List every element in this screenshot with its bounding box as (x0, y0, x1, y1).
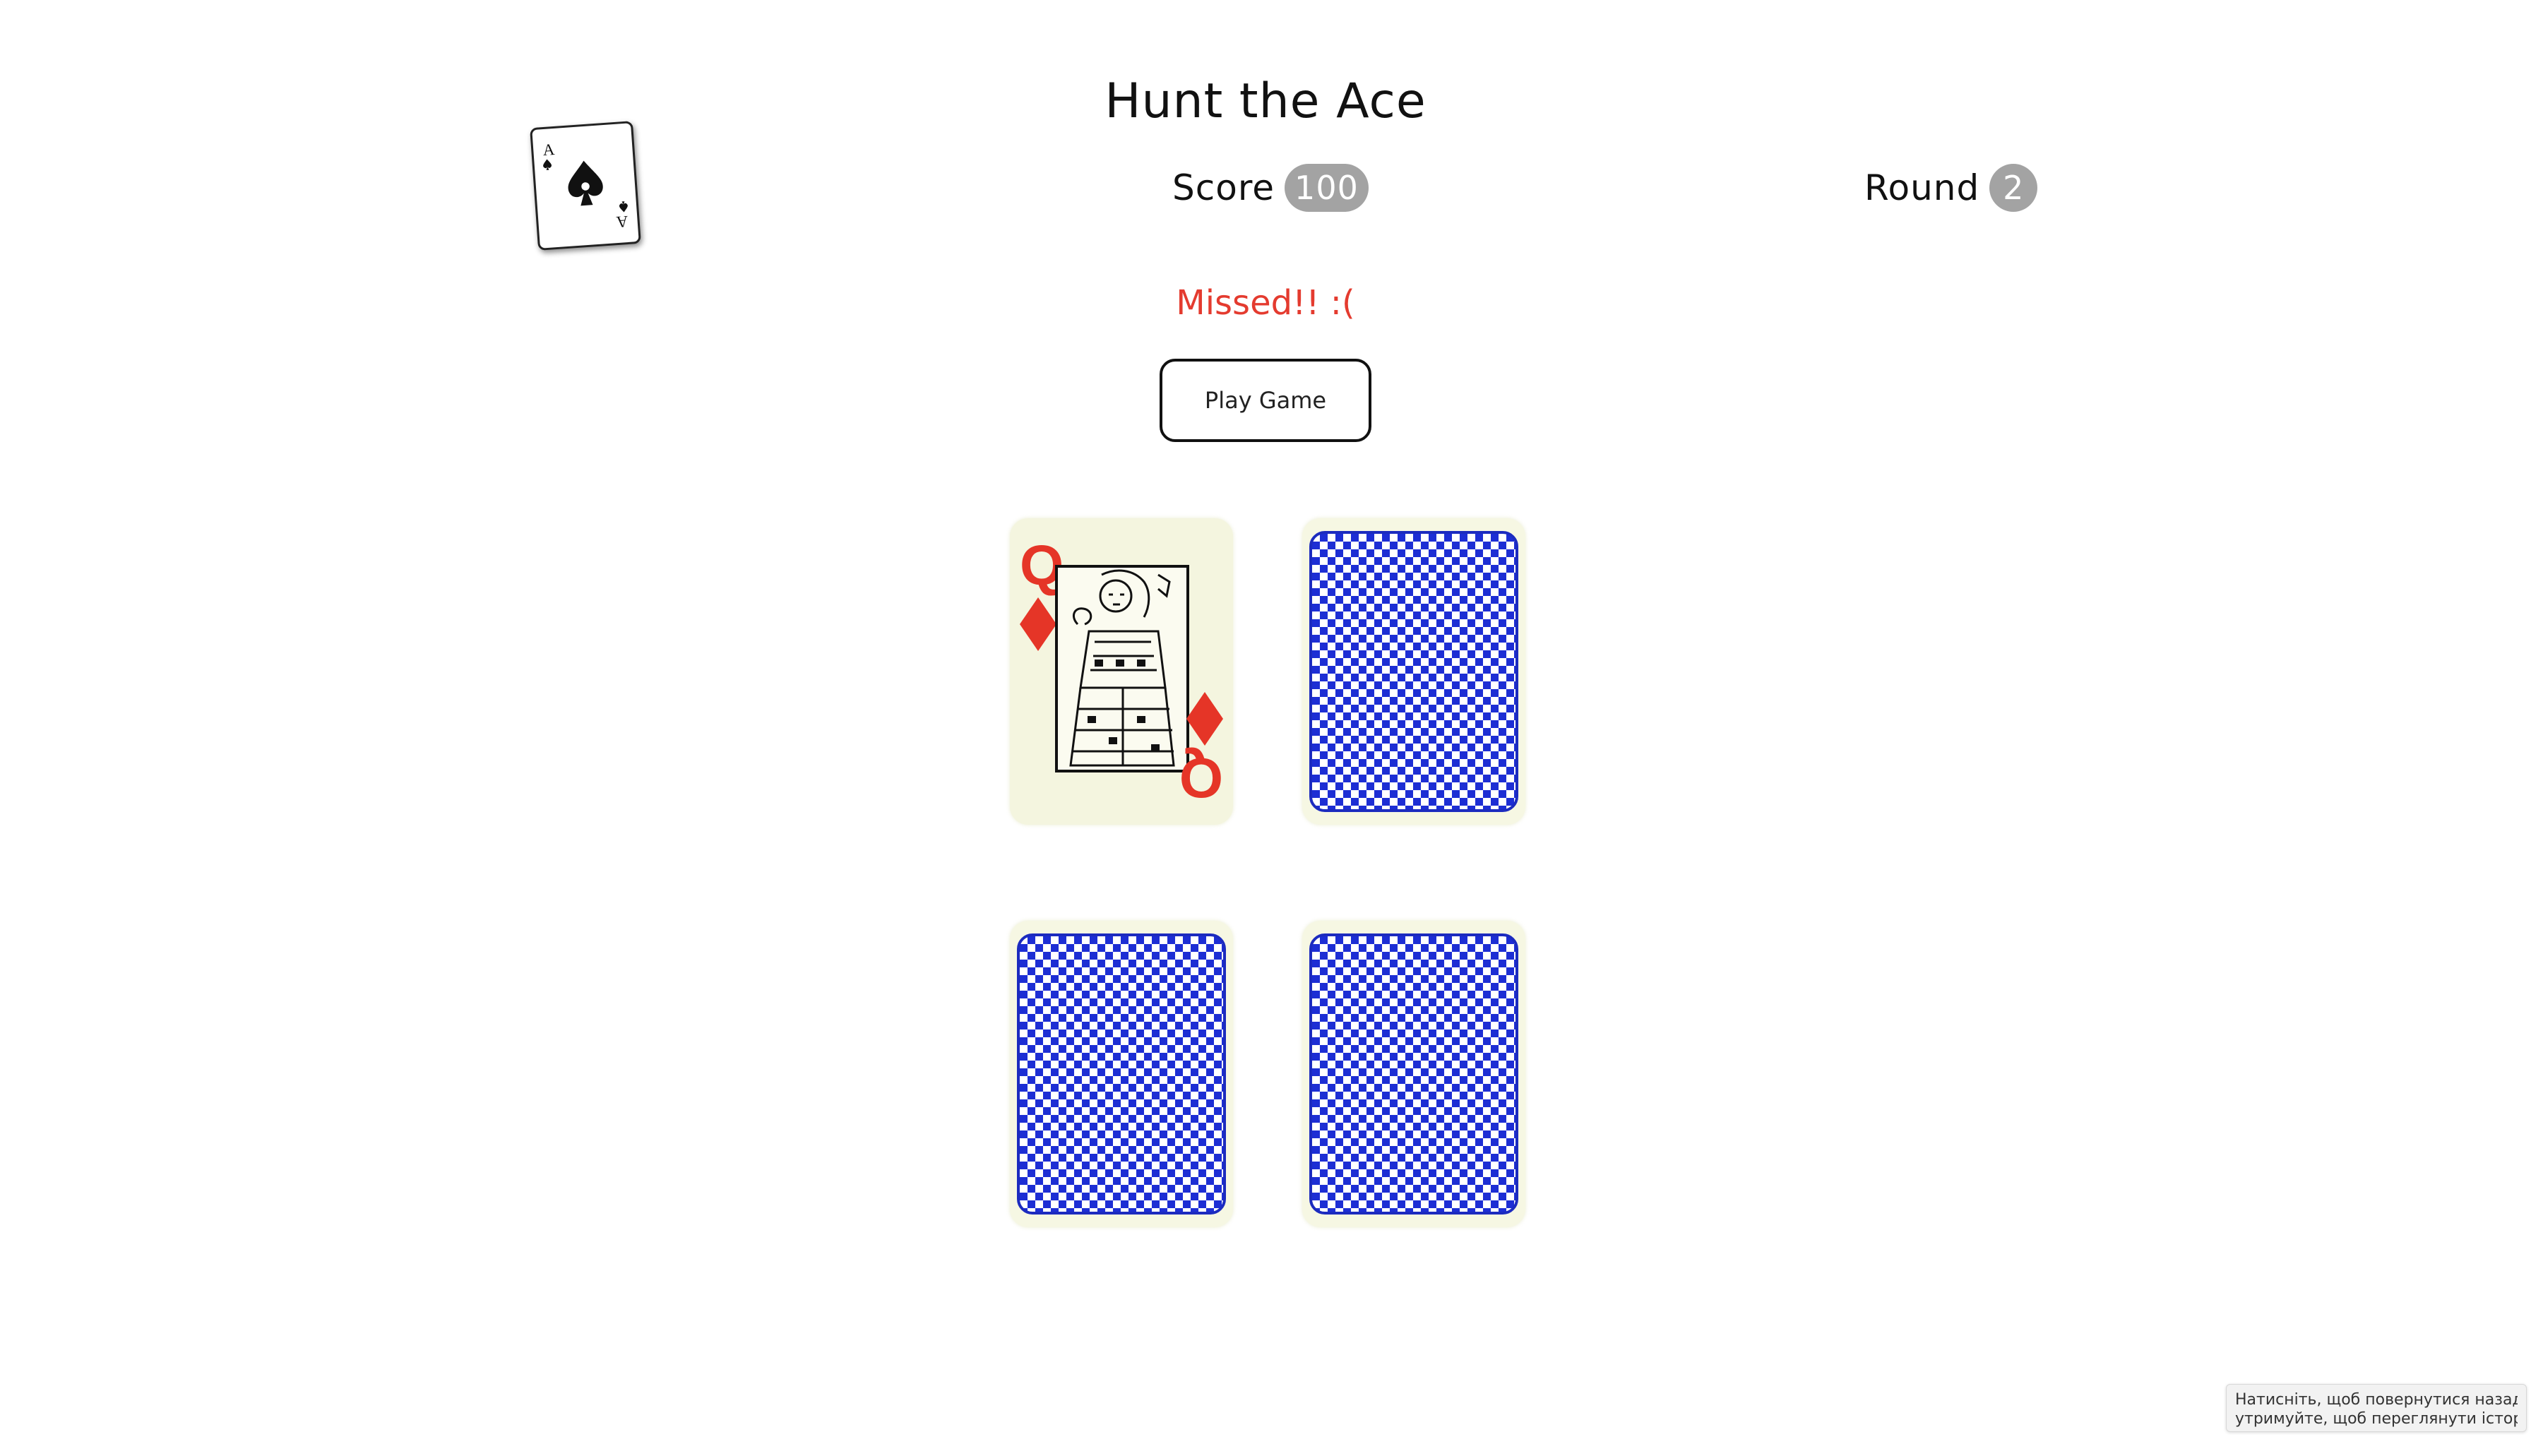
card-back-icon (1309, 933, 1518, 1215)
ace-of-spades-icon: A A (530, 121, 641, 251)
tooltip-line-1: Натисніть, щоб повернутися назад; (2235, 1391, 2518, 1409)
status-message: Missed!! :( (1176, 283, 1355, 323)
card-back-icon (1309, 531, 1518, 812)
round-label: Round (1864, 167, 1980, 208)
svg-text:Q: Q (1179, 746, 1223, 809)
card-slot-2[interactable] (1302, 518, 1525, 825)
card-slot-4[interactable] (1302, 921, 1525, 1227)
card-back-icon (1017, 933, 1226, 1215)
play-game-button[interactable]: Play Game (1160, 359, 1371, 442)
tooltip-line-2: утримуйте, щоб переглянути історію (2235, 1410, 2518, 1428)
svg-text:A: A (542, 140, 556, 159)
card-slot-3[interactable] (1010, 921, 1233, 1227)
round-badge: 2 (1989, 164, 2038, 212)
score-display: Score 100 (1172, 158, 1369, 217)
game-page: Hunt the Ace A A Score 100 Round 2 Misse… (0, 0, 2531, 1456)
score-badge: 100 (1285, 164, 1369, 212)
score-label: Score (1172, 167, 1275, 208)
round-display: Round 2 (1864, 158, 2038, 217)
page-title: Hunt the Ace (1104, 73, 1427, 129)
queen-of-diamonds-icon: Q Q (1010, 518, 1233, 825)
svg-text:A: A (615, 213, 629, 232)
card-slot-1[interactable]: Q Q (1010, 518, 1233, 825)
browser-back-tooltip: Натисніть, щоб повернутися назад; утриму… (2226, 1384, 2527, 1432)
